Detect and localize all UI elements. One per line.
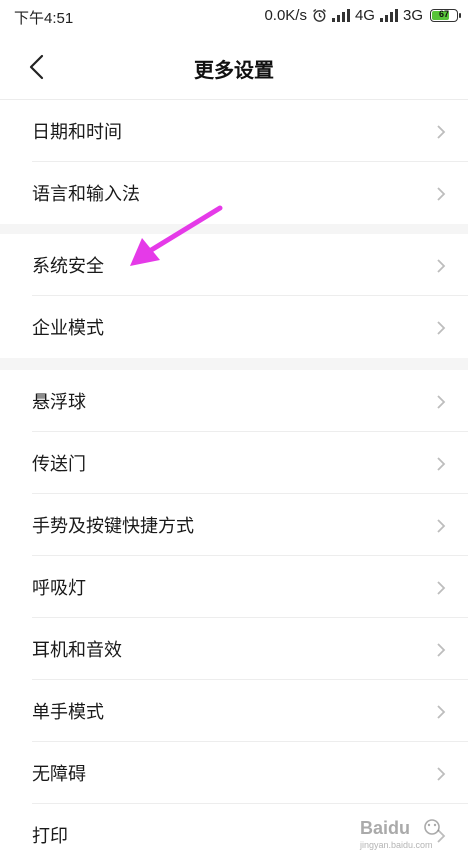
network-speed: 0.0K/s: [264, 7, 307, 24]
top-app-bar: 更多设置: [0, 34, 468, 100]
settings-item-gestures-shortcuts[interactable]: 手势及按键快捷方式: [0, 494, 468, 556]
settings-item-label: 日期和时间: [32, 122, 122, 143]
settings-item-language-input[interactable]: 语言和输入法: [0, 162, 468, 224]
chevron-right-icon: [437, 125, 446, 139]
status-time: 下午4:51: [14, 10, 74, 27]
watermark-brand: Baidu: [360, 818, 410, 838]
chevron-right-icon: [437, 519, 446, 533]
settings-item-portal[interactable]: 传送门: [0, 432, 468, 494]
group-separator: [0, 358, 468, 370]
settings-item-system-security[interactable]: 系统安全: [0, 234, 468, 296]
chevron-right-icon: [437, 581, 446, 595]
settings-item-label: 手势及按键快捷方式: [32, 516, 194, 537]
battery-percent: 67: [438, 9, 449, 19]
group-separator: [0, 224, 468, 234]
settings-group-3: 悬浮球 传送门 手势及按键快捷方式 呼吸灯 耳机和音效 单手模式 无障碍 打印: [0, 370, 468, 858]
settings-item-label: 呼吸灯: [32, 578, 86, 599]
chevron-right-icon: [437, 643, 446, 657]
settings-group-2: 系统安全 企业模式: [0, 234, 468, 358]
chevron-right-icon: [437, 259, 446, 273]
annotation-arrow-icon: [130, 205, 223, 266]
chevron-right-icon: [437, 395, 446, 409]
watermark-sub: jingyan.baidu.com: [359, 840, 433, 850]
status-indicators: 0.0K/s 4G 3G 67: [264, 7, 461, 24]
battery-icon: 67: [430, 9, 461, 22]
settings-item-headphones-audio[interactable]: 耳机和音效: [0, 618, 468, 680]
signal-icon: [379, 9, 398, 22]
settings-item-label: 企业模式: [32, 318, 104, 339]
settings-item-label: 系统安全: [32, 256, 104, 277]
settings-item-label: 无障碍: [32, 764, 86, 785]
settings-item-accessibility[interactable]: 无障碍: [0, 742, 468, 804]
settings-screen: 下午4:51 0.0K/s 4G 3G 67 更多设置 日期和时间 语言和输入法…: [0, 0, 468, 858]
settings-item-enterprise-mode[interactable]: 企业模式: [0, 296, 468, 358]
settings-item-label: 耳机和音效: [32, 640, 122, 661]
status-bar: 下午4:51 0.0K/s 4G 3G 67: [0, 0, 468, 34]
chevron-right-icon: [437, 321, 446, 335]
settings-item-one-handed-mode[interactable]: 单手模式: [0, 680, 468, 742]
settings-item-label: 传送门: [32, 454, 86, 475]
settings-item-label: 悬浮球: [32, 392, 86, 413]
network-type-2: 3G: [402, 7, 423, 24]
settings-item-date-time[interactable]: 日期和时间: [0, 100, 468, 162]
signal-icon: [331, 9, 350, 22]
chevron-right-icon: [437, 705, 446, 719]
chevron-right-icon: [437, 767, 446, 781]
baidu-watermark-logo: Baidu jingyan.baidu.com: [359, 818, 440, 850]
settings-item-floating-ball[interactable]: 悬浮球: [0, 370, 468, 432]
settings-item-label: 单手模式: [32, 702, 104, 723]
network-type-1: 4G: [354, 7, 375, 24]
chevron-right-icon: [437, 187, 446, 201]
settings-item-label: 打印: [32, 826, 68, 847]
chevron-right-icon: [437, 457, 446, 471]
page-title: 更多设置: [194, 58, 274, 82]
alarm-icon: [312, 8, 327, 23]
settings-group-1: 日期和时间 语言和输入法: [0, 100, 468, 224]
settings-item-notification-light[interactable]: 呼吸灯: [0, 556, 468, 618]
battery-tip: [459, 13, 461, 18]
